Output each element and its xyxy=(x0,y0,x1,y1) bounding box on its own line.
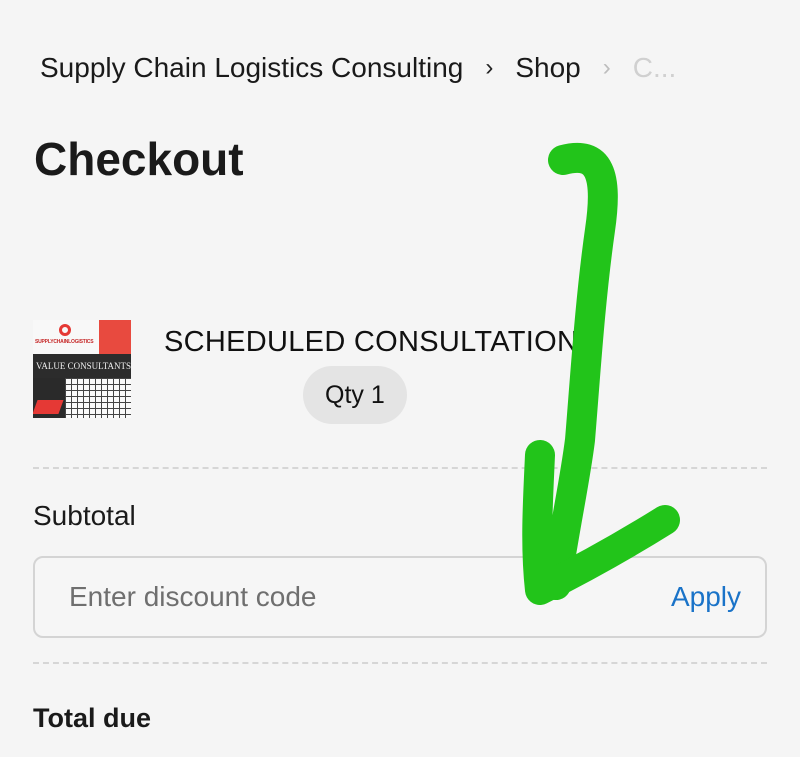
breadcrumb-item-current: C... xyxy=(632,52,677,83)
divider xyxy=(33,662,767,664)
divider xyxy=(33,467,767,469)
chevron-right-icon: › xyxy=(602,54,611,81)
breadcrumb: Supply Chain Logistics Consulting › Shop… xyxy=(40,52,676,84)
thumbnail-dark-panel xyxy=(33,378,65,418)
discount-code-field[interactable]: Apply xyxy=(33,556,767,638)
logo-text: SUPPLYCHAINLOGISTICS xyxy=(35,339,94,345)
page-title: Checkout xyxy=(34,133,244,185)
product-name: SCHEDULED CONSULTATION: xyxy=(164,326,587,358)
quantity-badge[interactable]: Qty 1 xyxy=(303,366,407,424)
product-thumbnail: SUPPLYCHAINLOGISTICS VALUE CONSULTANTS xyxy=(33,320,131,418)
subtotal-label: Subtotal xyxy=(33,500,136,531)
thumbnail-graphic xyxy=(33,378,131,418)
thumbnail-logo-band: SUPPLYCHAINLOGISTICS xyxy=(33,320,131,354)
company-logo: SUPPLYCHAINLOGISTICS xyxy=(33,320,99,354)
discount-code-input[interactable] xyxy=(69,581,629,613)
thumbnail-red-block xyxy=(99,320,131,354)
breadcrumb-item-store[interactable]: Supply Chain Logistics Consulting xyxy=(40,52,463,84)
chevron-right-icon: › xyxy=(485,54,494,81)
arrow-shaft xyxy=(541,142,618,600)
apply-discount-button[interactable]: Apply xyxy=(671,581,741,613)
thumbnail-caption: VALUE CONSULTANTS xyxy=(33,354,131,378)
thumbnail-grid-pattern xyxy=(65,378,131,418)
logo-mark-icon xyxy=(59,324,71,336)
breadcrumb-item-shop[interactable]: Shop xyxy=(515,52,580,84)
total-due-label: Total due xyxy=(33,703,151,733)
